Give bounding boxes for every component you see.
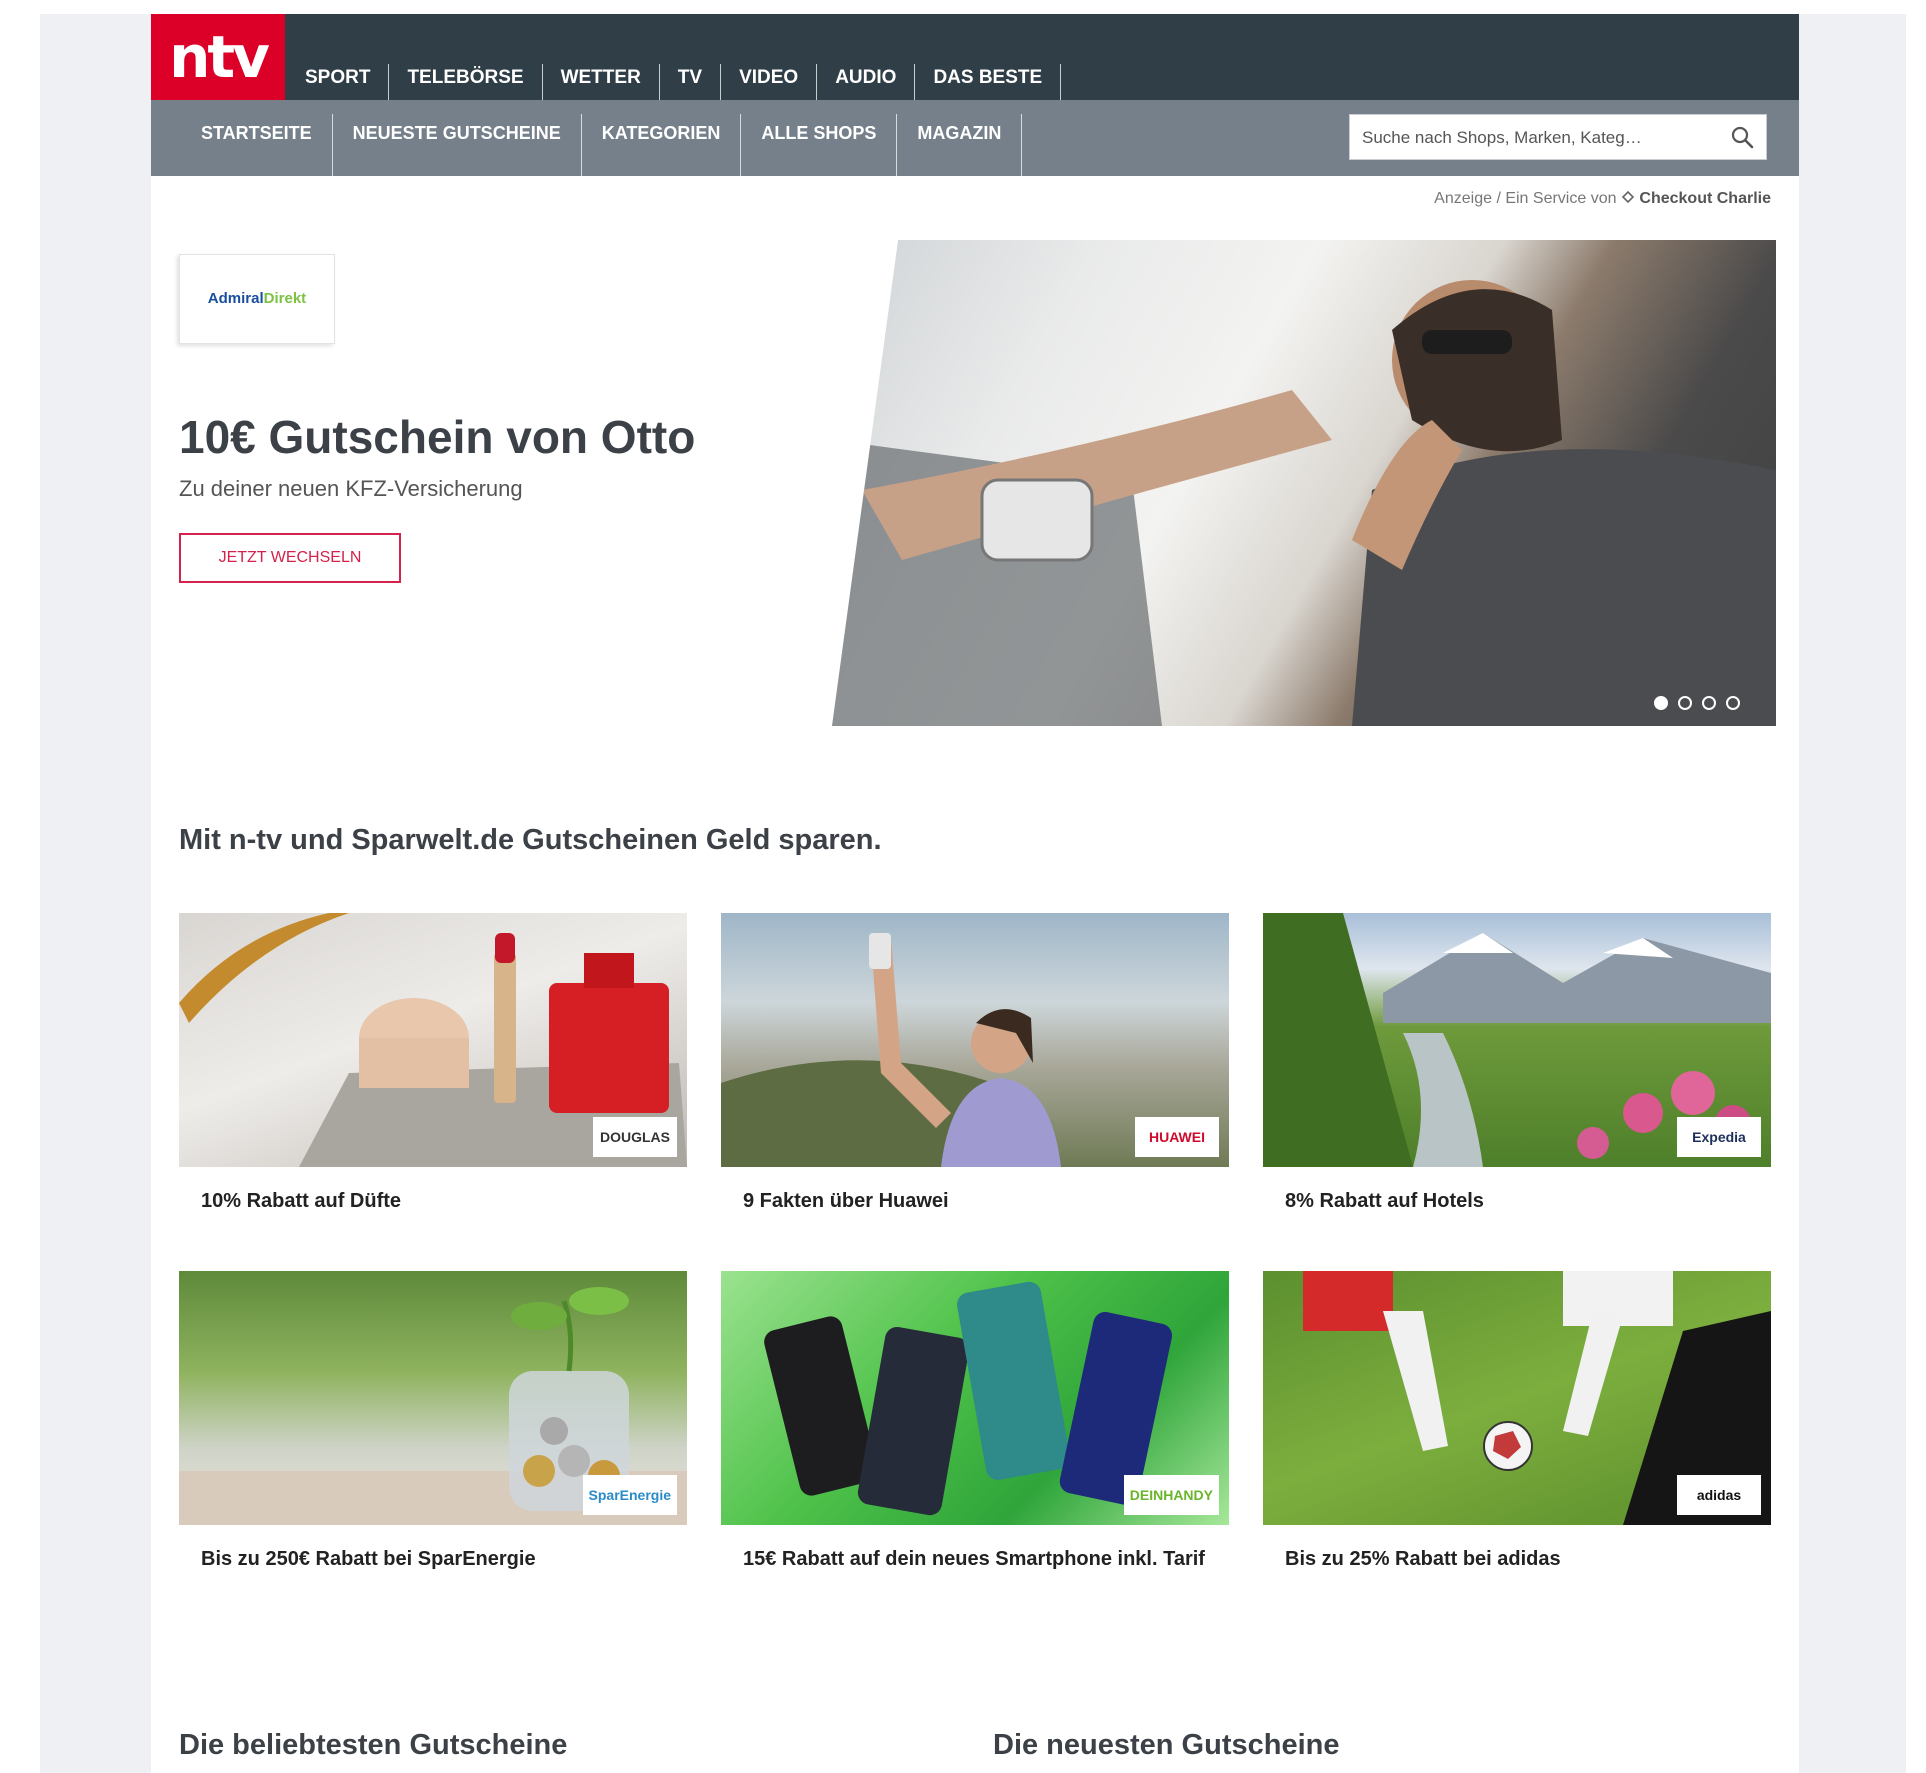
logo-part-direkt: Direkt — [263, 290, 307, 307]
hero-subtitle: Zu deiner neuen KFZ-Versicherung — [179, 476, 523, 501]
sub-nav-magazin[interactable]: MAGAZIN — [897, 114, 1023, 176]
logo-part-admiral: Admiral — [207, 290, 264, 307]
card-caption[interactable]: 10% Rabatt auf Düfte — [201, 1189, 671, 1213]
main-nav: SPORT TELEBÖRSE WETTER TV VIDEO AUDIO DA… — [285, 64, 1062, 100]
deal-card-adidas[interactable]: adidas Bis zu 25% Rabatt bei adidas — [1263, 1271, 1771, 1571]
deal-card-hotels[interactable]: Expedia 8% Rabatt auf Hotels — [1263, 913, 1771, 1213]
deal-card-smartphone[interactable]: DEINHANDY 15€ Rabatt auf dein neues Smar… — [721, 1271, 1229, 1571]
sponsor-line: Anzeige / Ein Service von Checkout Charl… — [1434, 190, 1771, 208]
main-nav-sport[interactable]: SPORT — [285, 64, 390, 100]
ntv-logo[interactable]: ntv — [151, 14, 285, 100]
main-nav-wetter[interactable]: WETTER — [543, 64, 660, 100]
card-image-cosmetics: DOUGLAS — [179, 913, 687, 1167]
card-caption[interactable]: 9 Fakten über Huawei — [743, 1189, 1213, 1213]
brand-badge-expedia: Expedia — [1677, 1117, 1761, 1157]
slider-dot-2[interactable] — [1678, 696, 1692, 710]
card-caption[interactable]: 8% Rabatt auf Hotels — [1285, 1189, 1755, 1213]
sub-nav-alle-shops[interactable]: ALLE SHOPS — [741, 114, 898, 176]
main-nav-tv[interactable]: TV — [660, 64, 722, 100]
card-caption[interactable]: Bis zu 25% Rabatt bei adidas — [1285, 1547, 1755, 1571]
sponsor-brand[interactable]: Checkout Charlie — [1639, 190, 1771, 207]
brand-badge-douglas: DOUGLAS — [593, 1117, 677, 1157]
main-nav-audio[interactable]: AUDIO — [817, 64, 916, 100]
checkout-charlie-icon — [1621, 190, 1635, 204]
card-image-savings-jar: SparEnergie — [179, 1271, 687, 1525]
hero-title: 10€ Gutschein von Otto — [179, 411, 696, 463]
card-caption[interactable]: 15€ Rabatt auf dein neues Smartphone ink… — [743, 1547, 1213, 1571]
sub-nav-neueste-gutscheine[interactable]: NEUESTE GUTSCHEINE — [333, 114, 582, 176]
page: ntv SPORT TELEBÖRSE WETTER TV VIDEO AUDI… — [151, 14, 1799, 1773]
card-image-football: adidas — [1263, 1271, 1771, 1525]
main-nav-das-beste[interactable]: DAS BESTE — [915, 64, 1062, 100]
brand-badge-deinhandy: DEINHANDY — [1123, 1475, 1219, 1515]
main-nav-teleboerse[interactable]: TELEBÖRSE — [389, 64, 543, 100]
card-image-mountains: Expedia — [1263, 913, 1771, 1167]
deal-card-huawei[interactable]: HUAWEI 9 Fakten über Huawei — [721, 913, 1229, 1213]
slider-dot-1[interactable] — [1654, 696, 1668, 710]
brand-badge-sparenergie: SparEnergie — [582, 1475, 677, 1515]
slider-dot-4[interactable] — [1726, 696, 1740, 710]
main-nav-video[interactable]: VIDEO — [721, 64, 818, 100]
card-image-selfie: HUAWEI — [721, 913, 1229, 1167]
newest-vouchers-title: Die neuesten Gutscheine — [993, 1729, 1340, 1761]
popular-vouchers-title: Die beliebtesten Gutscheine — [179, 1729, 568, 1761]
sub-nav-kategorien[interactable]: KATEGORIEN — [582, 114, 742, 176]
section-title: Mit n-tv und Sparwelt.de Gutscheinen Gel… — [179, 824, 882, 856]
hero-driver-illustration — [832, 280, 1776, 726]
hero-image[interactable] — [832, 240, 1776, 726]
search-box — [1349, 114, 1767, 161]
card-caption[interactable]: Bis zu 250€ Rabatt bei SparEnergie — [201, 1547, 671, 1571]
slider-dot-3[interactable] — [1702, 696, 1716, 710]
search-input[interactable] — [1360, 115, 1714, 161]
jetzt-wechseln-button[interactable]: JETZT WECHSELN — [179, 533, 401, 583]
sub-nav-startseite[interactable]: STARTSEITE — [181, 114, 333, 176]
brand-badge-huawei: HUAWEI — [1135, 1117, 1219, 1157]
sub-nav: STARTSEITE NEUESTE GUTSCHEINE KATEGORIEN… — [181, 114, 1023, 176]
slider-dots — [1654, 696, 1740, 710]
search-icon[interactable] — [1730, 125, 1754, 149]
admiraldirekt-logo[interactable]: AdmiralDirekt — [179, 254, 335, 344]
deal-card-duefte[interactable]: DOUGLAS 10% Rabatt auf Düfte — [179, 913, 687, 1213]
brand-badge-adidas: adidas — [1677, 1475, 1761, 1515]
card-image-smartphones: DEINHANDY — [721, 1271, 1229, 1525]
top-bar: ntv SPORT TELEBÖRSE WETTER TV VIDEO AUDI… — [151, 14, 1799, 100]
sponsor-prefix: Anzeige / Ein Service von — [1434, 190, 1617, 207]
deal-card-sparenergie[interactable]: SparEnergie Bis zu 250€ Rabatt bei SparE… — [179, 1271, 687, 1571]
